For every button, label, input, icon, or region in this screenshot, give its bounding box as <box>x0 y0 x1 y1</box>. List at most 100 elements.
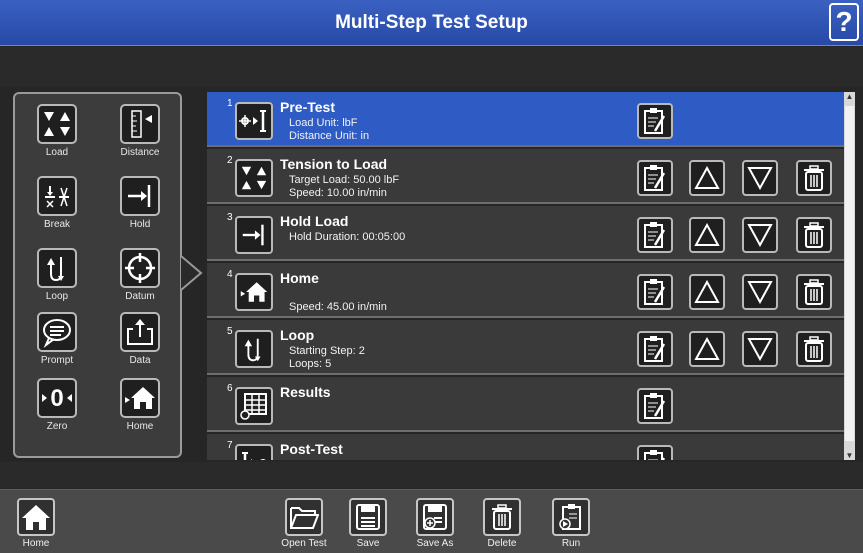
step-row-1[interactable]: 1 Pre-Test Load Unit: lbF Distance Unit:… <box>207 92 844 147</box>
list-footer-spacer <box>0 462 863 488</box>
toolbar-label: Save <box>356 538 380 549</box>
edit-step-button[interactable] <box>637 388 673 424</box>
step-number: 6 <box>227 383 233 394</box>
open-test-button[interactable]: Open Test <box>272 498 336 549</box>
step-name: Home <box>280 270 319 286</box>
palette-label: Load <box>45 147 69 158</box>
palette-item-break[interactable]: Break <box>24 176 90 230</box>
palette-label: Datum <box>125 291 155 302</box>
move-up-button[interactable] <box>689 274 725 310</box>
step-row-2[interactable]: 2 Tension to Load Target Load: 50.00 lbF… <box>207 149 844 204</box>
palette-item-data[interactable]: Data <box>107 312 173 366</box>
move-down-button[interactable] <box>742 217 778 253</box>
step-palette: Load Distance Break Hold Loop Datum Prom… <box>13 92 182 458</box>
palette-item-distance[interactable]: Distance <box>107 104 173 158</box>
step-row-7[interactable]: 7 Post-Test <box>207 434 844 460</box>
palette-label: Prompt <box>40 355 74 366</box>
palette-label: Hold <box>129 219 151 230</box>
step-detail: Loops: 5 <box>289 358 332 370</box>
edit-step-button[interactable] <box>637 331 673 367</box>
home-icon <box>120 378 160 418</box>
edit-step-button[interactable] <box>637 274 673 310</box>
data-export-icon <box>120 312 160 352</box>
run-button[interactable]: Run <box>539 498 603 549</box>
palette-item-datum[interactable]: Datum <box>107 248 173 302</box>
palette-item-hold[interactable]: Hold <box>107 176 173 230</box>
trash-icon <box>804 165 824 191</box>
step-row-6[interactable]: 6 Results <box>207 377 844 432</box>
step-name: Tension to Load <box>280 156 388 172</box>
delete-step-button[interactable] <box>796 160 832 196</box>
step-row-4[interactable]: 4 Home Speed: 45.00 in/min <box>207 263 844 318</box>
trash-icon <box>483 498 521 536</box>
scroll-down-icon[interactable]: ▼ <box>844 451 855 460</box>
results-table-icon <box>235 387 273 425</box>
move-up-button[interactable] <box>689 160 725 196</box>
step-detail: Target Load: 50.00 lbF <box>289 174 400 186</box>
pretest-icon <box>235 102 273 140</box>
edit-step-button[interactable] <box>637 445 673 460</box>
home-button[interactable]: Home <box>4 498 68 549</box>
posttest-icon <box>235 444 273 460</box>
step-number: 5 <box>227 326 233 337</box>
bottom-toolbar: Home Open Test Save Save As Delete Run <box>0 489 863 553</box>
palette-label: Break <box>43 219 71 230</box>
edit-clipboard-icon <box>644 165 666 191</box>
toolbar-label: Home <box>22 538 50 549</box>
home-icon <box>17 498 55 536</box>
edit-clipboard-icon <box>644 222 666 248</box>
palette-pointer-icon <box>181 255 203 291</box>
trash-icon <box>804 222 824 248</box>
triangle-down-icon <box>747 281 773 304</box>
delete-step-button[interactable] <box>796 274 832 310</box>
edit-step-button[interactable] <box>637 217 673 253</box>
palette-item-prompt[interactable]: Prompt <box>24 312 90 366</box>
move-down-button[interactable] <box>742 274 778 310</box>
palette-item-loop[interactable]: Loop <box>24 248 90 302</box>
edit-step-button[interactable] <box>637 103 673 139</box>
hold-icon <box>235 216 273 254</box>
scrollbar-thumb[interactable] <box>845 106 854 441</box>
page-title: Multi-Step Test Setup <box>335 12 528 33</box>
palette-item-zero[interactable]: 0 Zero <box>24 378 90 432</box>
step-number: 1 <box>227 98 233 109</box>
move-up-button[interactable] <box>689 217 725 253</box>
toolbar-label: Open Test <box>281 538 327 549</box>
loop-icon <box>37 248 77 288</box>
step-list-scrollbar[interactable]: ▲ ▼ <box>844 92 855 460</box>
trash-icon <box>804 279 824 305</box>
loop-icon <box>235 330 273 368</box>
save-as-disk-icon <box>416 498 454 536</box>
palette-item-load[interactable]: Load <box>24 104 90 158</box>
run-clipboard-icon <box>552 498 590 536</box>
move-down-button[interactable] <box>742 331 778 367</box>
edit-clipboard-icon <box>644 336 666 362</box>
step-row-5[interactable]: 5 Loop Starting Step: 2 Loops: 5 <box>207 320 844 375</box>
step-row-3[interactable]: 3 Hold Load Hold Duration: 00:05:00 <box>207 206 844 261</box>
step-name: Pre-Test <box>280 99 335 115</box>
help-button[interactable]: ? <box>829 3 859 41</box>
scroll-up-icon[interactable]: ▲ <box>844 92 855 101</box>
step-detail: Speed: 10.00 in/min <box>289 187 387 199</box>
step-detail: Hold Duration: 00:05:00 <box>289 231 406 243</box>
triangle-down-icon <box>747 167 773 190</box>
palette-item-home[interactable]: Home <box>107 378 173 432</box>
delete-button[interactable]: Delete <box>470 498 534 549</box>
save-button[interactable]: Save <box>336 498 400 549</box>
step-name: Loop <box>280 327 315 343</box>
datum-crosshair-icon <box>120 248 160 288</box>
delete-step-button[interactable] <box>796 331 832 367</box>
palette-label: Distance <box>120 147 160 158</box>
step-name: Results <box>280 384 331 400</box>
move-up-button[interactable] <box>689 331 725 367</box>
edit-step-button[interactable] <box>637 160 673 196</box>
triangle-up-icon <box>694 223 720 246</box>
toolbar-label: Save As <box>416 538 454 549</box>
save-as-button[interactable]: Save As <box>403 498 467 549</box>
prompt-speech-icon <box>37 312 77 352</box>
zero-icon: 0 <box>37 378 77 418</box>
delete-step-button[interactable] <box>796 217 832 253</box>
trash-icon <box>804 336 824 362</box>
triangle-up-icon <box>694 280 720 303</box>
move-down-button[interactable] <box>742 160 778 196</box>
